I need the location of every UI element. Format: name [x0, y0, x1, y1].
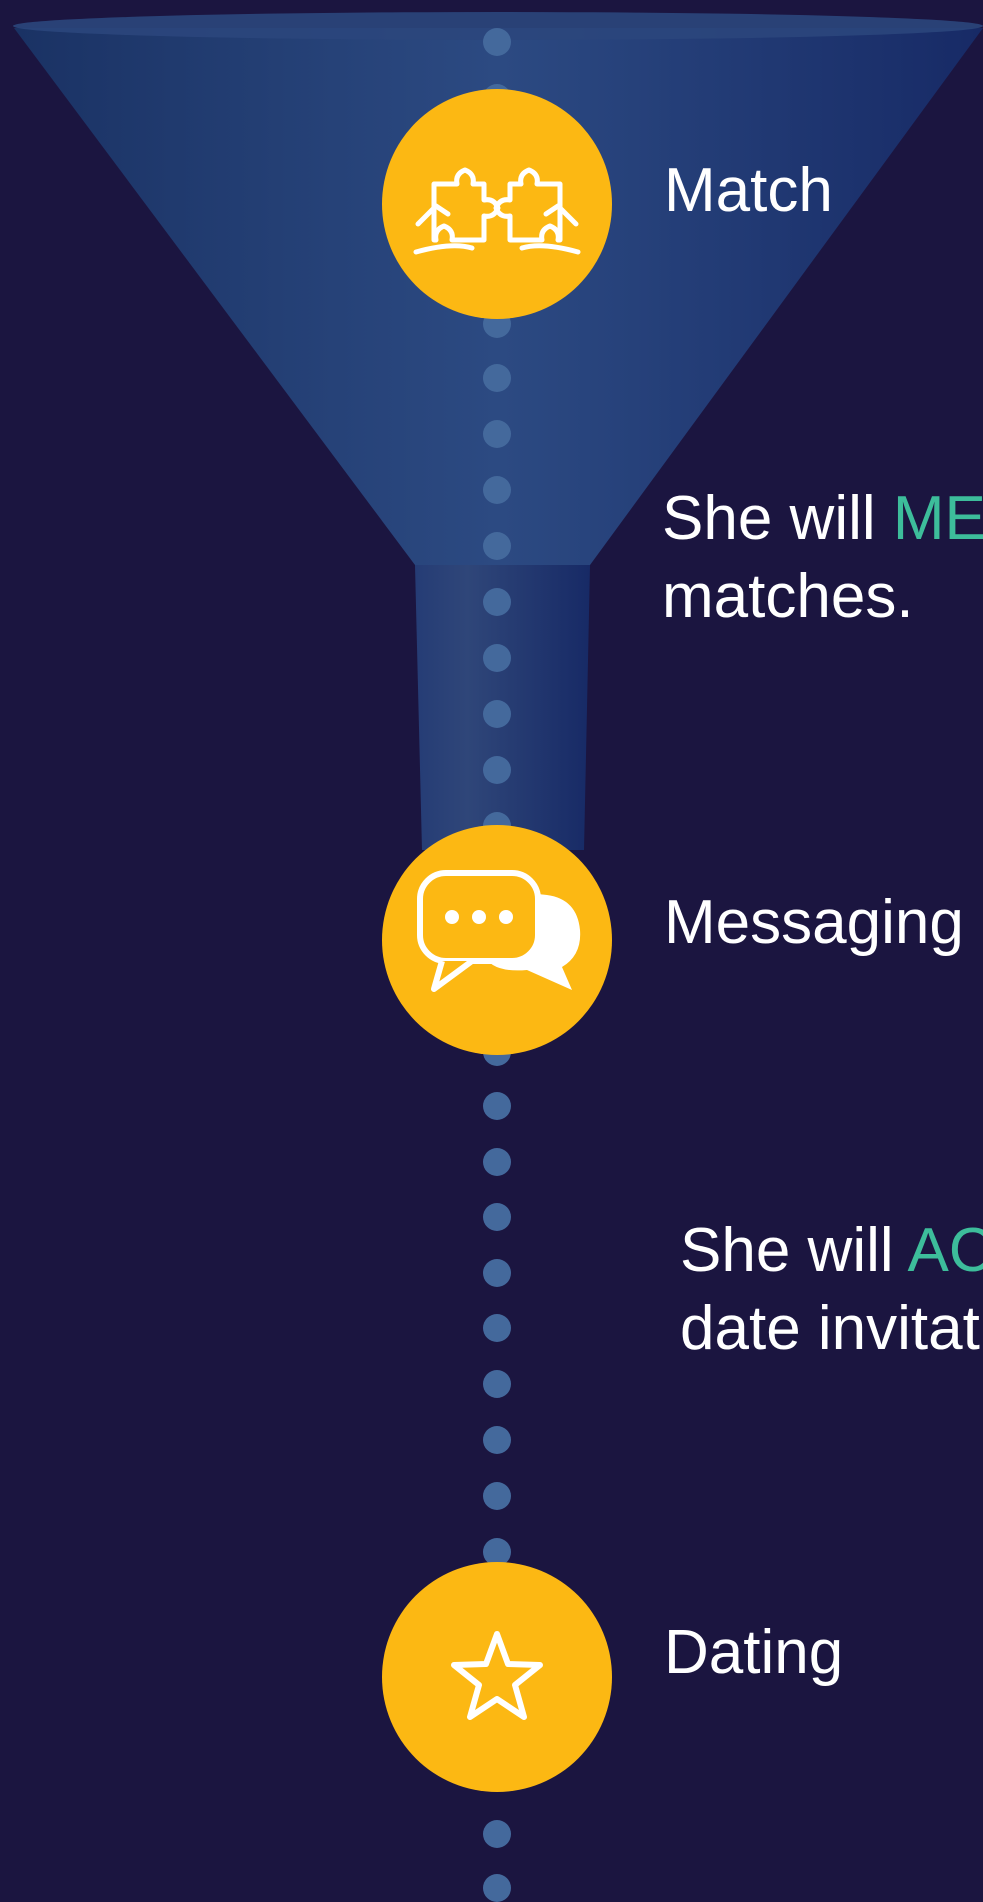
timeline-dot [483, 1370, 511, 1398]
messaging-stage-circle [382, 825, 612, 1055]
timeline-dot [483, 1482, 511, 1510]
timeline-dot [483, 1092, 511, 1120]
messaging-stage-label: Messaging [664, 888, 964, 957]
puzzle-pieces-icon [413, 167, 581, 255]
timeline-dot [483, 420, 511, 448]
match-stage-label: Match [664, 156, 833, 225]
timeline-dot [483, 1259, 511, 1287]
match-description-line1: She will ME [662, 480, 983, 558]
timeline-dot [483, 1203, 511, 1231]
timeline-dot [483, 1820, 511, 1848]
timeline-dot [483, 364, 511, 392]
dating-stage-label: Dating [664, 1618, 844, 1687]
match-description-highlight: ME [892, 484, 983, 553]
funnel-infographic: Match She will ME matches. Messaging She… [0, 0, 983, 1902]
timeline-dot [483, 644, 511, 672]
messaging-description-highlight: AC [907, 1216, 983, 1285]
messaging-description-prefix: She will [680, 1216, 908, 1285]
star-icon [451, 1631, 543, 1720]
match-description-line2: matches. [662, 562, 914, 631]
match-description: She will ME matches. [662, 480, 983, 636]
messaging-description-line2: date invitat [680, 1294, 980, 1363]
match-stage-circle [382, 89, 612, 319]
timeline-dot [483, 700, 511, 728]
timeline-dot [483, 476, 511, 504]
dating-stage-circle [382, 1562, 612, 1792]
messaging-description-line1: She will AC [680, 1212, 983, 1290]
chat-bubbles-icon [417, 870, 581, 992]
timeline-dot [483, 1314, 511, 1342]
timeline-dot [483, 756, 511, 784]
timeline-dot [483, 1874, 511, 1902]
timeline-dot [483, 28, 511, 56]
timeline-dot [483, 1426, 511, 1454]
timeline-dot [483, 1148, 511, 1176]
timeline-dot [483, 532, 511, 560]
match-description-prefix: She will [662, 484, 893, 553]
messaging-description: She will AC date invitat [680, 1212, 983, 1368]
timeline-dot [483, 588, 511, 616]
